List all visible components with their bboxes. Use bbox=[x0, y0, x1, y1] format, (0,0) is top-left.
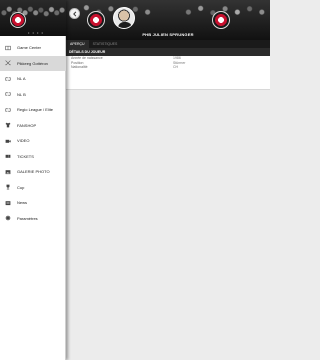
player-name: PHB JULIEN SPRUNGER bbox=[142, 32, 194, 37]
gear-icon bbox=[5, 215, 11, 221]
hockey-sticks-icon bbox=[5, 60, 11, 66]
panel-title: DÉTAILS DU JOUEUR bbox=[66, 48, 270, 56]
menu-item-label: Cup bbox=[17, 184, 25, 190]
menu-item-news[interactable]: News bbox=[0, 195, 66, 211]
menu-item-label: TICKETS bbox=[17, 153, 34, 159]
menu-item-label: News bbox=[17, 200, 28, 206]
player-details-panel: DÉTAILS DU JOUEUR Année de naissance 198… bbox=[66, 48, 270, 90]
team-logo bbox=[10, 12, 26, 28]
menu-item-video[interactable]: VIDEO bbox=[0, 133, 66, 149]
menu-item-cup[interactable]: Cup bbox=[0, 180, 66, 196]
menu-item-game-center[interactable]: Game Center bbox=[0, 40, 66, 56]
team-logo bbox=[212, 11, 230, 29]
photo-icon bbox=[5, 169, 11, 175]
scoreboard-icon bbox=[5, 45, 11, 51]
league-arrows-icon bbox=[5, 107, 11, 113]
trophy-icon bbox=[5, 184, 11, 190]
menu-item-label: GALERIE PHOTO bbox=[17, 169, 50, 175]
menu-item-pikkeeg-gotteron[interactable]: Pikkeeg Gottéron bbox=[0, 55, 66, 71]
tab-bar: APERÇU STATISTIQUES bbox=[66, 40, 270, 48]
menu-item-fanshop[interactable]: FANSHOP bbox=[0, 118, 66, 134]
chevron-left-icon bbox=[72, 11, 76, 16]
menu-item-label: NL A bbox=[17, 76, 26, 82]
detail-row-nationality: Nationalité CH bbox=[66, 65, 270, 70]
menu-item-label: NL B bbox=[17, 91, 26, 97]
team-logo bbox=[87, 11, 105, 29]
tab-statistiques[interactable]: STATISTIQUES bbox=[89, 40, 122, 48]
player-photo bbox=[113, 7, 135, 29]
menu-item-tickets[interactable]: TICKETS bbox=[0, 149, 66, 165]
tab-apercu[interactable]: APERÇU bbox=[66, 40, 89, 48]
detail-value: CH bbox=[173, 65, 179, 69]
menu-item-parametres[interactable]: Paramètres bbox=[0, 211, 66, 227]
menu-item-galerie-photo[interactable]: GALERIE PHOTO bbox=[0, 164, 66, 180]
league-arrows-icon bbox=[5, 76, 11, 82]
menu-item-label: FANSHOP bbox=[17, 122, 37, 128]
video-camera-icon bbox=[5, 138, 11, 144]
news-icon bbox=[5, 200, 11, 206]
detail-label: Nationalité bbox=[71, 65, 88, 69]
menu-list: Game Center Pikkeeg Gottéron NL A NL B R… bbox=[0, 40, 66, 226]
ticket-icon bbox=[5, 153, 11, 159]
menu-item-nl-a[interactable]: NL A bbox=[0, 71, 66, 87]
shirt-icon bbox=[5, 122, 11, 128]
menu-item-label: Regio League / Elite bbox=[17, 107, 54, 113]
player-detail-view: PHB JULIEN SPRUNGER APERÇU STATISTIQUES … bbox=[66, 0, 270, 360]
menu-item-label: VIDEO bbox=[17, 138, 30, 144]
player-header: PHB JULIEN SPRUNGER bbox=[66, 0, 270, 40]
divider bbox=[66, 89, 270, 90]
sidebar-menu: • • • • Game Center Pikkeeg Gottéron NL … bbox=[0, 0, 66, 360]
menu-item-label: Game Center bbox=[17, 45, 42, 51]
menu-item-nl-b[interactable]: NL B bbox=[0, 87, 66, 103]
menu-item-regio-league[interactable]: Regio League / Elite bbox=[0, 102, 66, 118]
sidebar-banner: • • • • bbox=[0, 0, 66, 36]
back-button[interactable] bbox=[69, 8, 80, 19]
league-arrows-icon bbox=[5, 91, 11, 97]
menu-item-label: Pikkeeg Gottéron bbox=[17, 60, 48, 66]
banner-page-dots: • • • • bbox=[28, 30, 44, 35]
menu-item-label: Paramètres bbox=[17, 215, 38, 221]
